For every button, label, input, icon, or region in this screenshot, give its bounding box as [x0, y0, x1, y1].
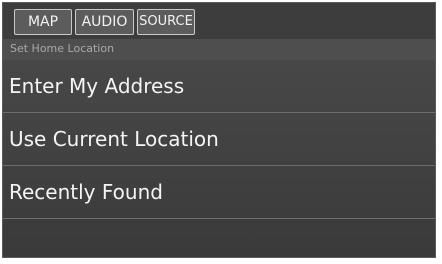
top-tab-bar: MAP AUDIO SOURCE [3, 3, 435, 39]
use-current-location-item[interactable]: Use Current Location [3, 113, 435, 165]
recently-found-item[interactable]: Recently Found [3, 166, 435, 218]
source-tab-button[interactable]: SOURCE [137, 9, 195, 35]
map-tab-button[interactable]: MAP [14, 9, 72, 35]
nav-screen: MAP AUDIO SOURCE Set Home Location Enter… [0, 0, 442, 264]
screen-title: Set Home Location [3, 39, 435, 60]
display-frame: MAP AUDIO SOURCE Set Home Location Enter… [2, 2, 436, 258]
enter-my-address-item[interactable]: Enter My Address [3, 60, 435, 112]
audio-tab-button[interactable]: AUDIO [75, 9, 134, 35]
divider [3, 218, 435, 219]
